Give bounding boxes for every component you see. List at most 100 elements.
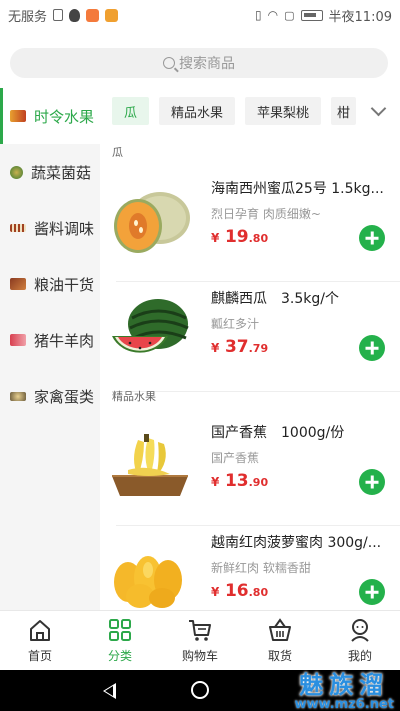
subcategory-tabs: 瓜 精品水果 苹果梨桃 柑 [100, 88, 400, 134]
back-icon[interactable] [103, 683, 116, 699]
status-time: 半夜11:09 [328, 9, 392, 25]
sidebar-item-seasonal-fruit[interactable]: 时令水果 [0, 88, 100, 144]
status-bar: 无服务 ▯ ◠ ▢ 半夜11:09 [0, 0, 400, 30]
search-input[interactable]: 搜索商品 [10, 48, 388, 78]
sidebar-item-sauces[interactable]: 酱料调味 [0, 200, 100, 256]
search-area: 搜索商品 [0, 30, 400, 90]
sidebar-item-label: 粮油干货 [34, 275, 95, 294]
nav-home[interactable]: 首页 [0, 611, 80, 670]
add-to-cart-button[interactable] [359, 335, 385, 361]
watermark-title: 魅族溜 [299, 671, 390, 699]
wifi-icon: ◠ [267, 8, 279, 22]
price-decimal: .90 [248, 476, 269, 489]
nav-cart[interactable]: 购物车 [160, 611, 240, 670]
product-description: 烈日孕育 肉质细嫩~ [211, 207, 321, 221]
search-icon [163, 57, 175, 69]
watermark: 魅族溜 www.mz6.net [294, 672, 394, 711]
system-home-icon[interactable] [191, 681, 209, 699]
product-card[interactable]: 国产香蕉 1000g/份 国产香蕉 ¥ 13.90 [100, 416, 400, 526]
sidebar-item-label: 时令水果 [34, 107, 95, 126]
sidebar-item-vegetables[interactable]: 蔬菜菌菇 [0, 144, 100, 200]
product-list: 瓜 海南西州蜜瓜25号 1.5kg... 烈日孕育 肉质细嫩~ ¥ 19.80 [100, 134, 400, 610]
add-to-cart-button[interactable] [359, 225, 385, 251]
cart-icon [189, 620, 211, 641]
cantaloupe-image [114, 192, 190, 253]
user-icon [351, 619, 369, 642]
egg-thumbnail-icon [10, 391, 26, 401]
battery-icon [300, 9, 323, 21]
product-card[interactable]: 海南西州蜜瓜25号 1.5kg... 烈日孕育 肉质细嫩~ ¥ 19.80 [100, 172, 400, 282]
weibo-icon [86, 8, 100, 22]
nav-label: 购物车 [181, 649, 218, 663]
product-description: 国产香蕉 [211, 451, 260, 465]
category-grid-icon [109, 619, 131, 641]
product-card[interactable]: 麒麟西瓜 3.5kg/个 瓤红多汁 ¥ 37.79 [100, 282, 400, 392]
sauce-thumbnail-icon [10, 224, 26, 232]
app-notification-icon [105, 8, 119, 22]
sidebar-item-poultry-eggs[interactable]: 家禽蛋类 [0, 368, 100, 424]
divider [116, 391, 400, 392]
product-price: ¥ 37.79 [211, 337, 268, 357]
category-sidebar: 时令水果 蔬菜菌菇 酱料调味 粮油干货 猪牛羊肉 家禽蛋类 [0, 88, 100, 610]
product-card[interactable]: 越南红肉菠萝蜜肉 300g/... 新鲜红肉 软糯香甜 ¥ 16.80 [100, 526, 400, 610]
sidebar-item-grains-oil[interactable]: 粮油干货 [0, 256, 100, 312]
nav-label: 取货 [267, 649, 292, 663]
nav-label: 我的 [347, 649, 372, 663]
product-name: 国产香蕉 1000g/份 [211, 425, 345, 441]
price-integer: 19 [224, 227, 249, 247]
product-price: ¥ 16.80 [211, 581, 268, 601]
bottom-nav: 首页 分类 购物车 取货 我的 [0, 610, 400, 670]
add-to-cart-button[interactable] [359, 579, 385, 605]
price-integer: 37 [224, 337, 249, 357]
sidebar-item-label: 猪牛羊肉 [34, 331, 95, 350]
price-currency: ¥ [211, 341, 220, 355]
price-decimal: .80 [248, 232, 269, 245]
vegetable-thumbnail-icon [10, 165, 23, 179]
sidebar-item-label: 酱料调味 [34, 219, 95, 238]
price-integer: 16 [224, 581, 249, 601]
nav-profile[interactable]: 我的 [320, 611, 400, 670]
product-name: 麒麟西瓜 3.5kg/个 [211, 291, 339, 307]
product-name: 越南红肉菠萝蜜肉 300g/... [211, 535, 382, 551]
price-integer: 13 [224, 471, 249, 491]
home-icon [30, 620, 50, 641]
sidebar-item-label: 蔬菜菌菇 [31, 163, 92, 182]
sim-icon: ▢ [284, 8, 295, 22]
tab-apple-pear-peach[interactable]: 苹果梨桃 [245, 97, 322, 125]
nav-label: 首页 [27, 649, 52, 663]
price-currency: ¥ [211, 231, 220, 245]
price-decimal: .80 [248, 586, 269, 599]
tab-citrus[interactable]: 柑 [331, 97, 357, 125]
carrier-text: 无服务 [8, 9, 48, 25]
product-description: 瓤红多汁 [211, 317, 260, 331]
expand-tabs-button[interactable] [356, 88, 400, 134]
basket-icon [269, 618, 291, 641]
nav-pickup[interactable]: 取货 [240, 611, 320, 670]
grain-thumbnail-icon [10, 278, 26, 290]
tab-melon[interactable]: 瓜 [112, 97, 150, 125]
price-currency: ¥ [211, 585, 220, 599]
jackfruit-image [114, 556, 182, 608]
product-price: ¥ 13.90 [211, 471, 268, 491]
usb-icon [53, 9, 64, 21]
product-price: ¥ 19.80 [211, 227, 268, 247]
section-title-premium-fruit: 精品水果 [112, 390, 156, 403]
section-title-melon: 瓜 [112, 146, 123, 159]
product-description: 新鲜红肉 软糯香甜 [211, 561, 311, 575]
watermark-url: www.mz6.net [294, 697, 394, 711]
price-currency: ¥ [211, 475, 220, 489]
price-decimal: .79 [248, 342, 269, 355]
nav-label: 分类 [107, 649, 132, 663]
meat-thumbnail-icon [10, 334, 26, 346]
fruit-thumbnail-icon [10, 110, 26, 122]
tab-premium-fruit[interactable]: 精品水果 [159, 97, 236, 125]
banana-image [112, 434, 188, 496]
sidebar-item-meat[interactable]: 猪牛羊肉 [0, 312, 100, 368]
search-placeholder: 搜索商品 [179, 56, 235, 72]
sidebar-item-label: 家禽蛋类 [34, 387, 95, 406]
add-to-cart-button[interactable] [359, 469, 385, 495]
product-name: 海南西州蜜瓜25号 1.5kg... [211, 181, 384, 197]
qq-icon [69, 8, 81, 22]
vibrate-icon: ▯ [255, 8, 262, 22]
nav-category[interactable]: 分类 [80, 611, 160, 670]
